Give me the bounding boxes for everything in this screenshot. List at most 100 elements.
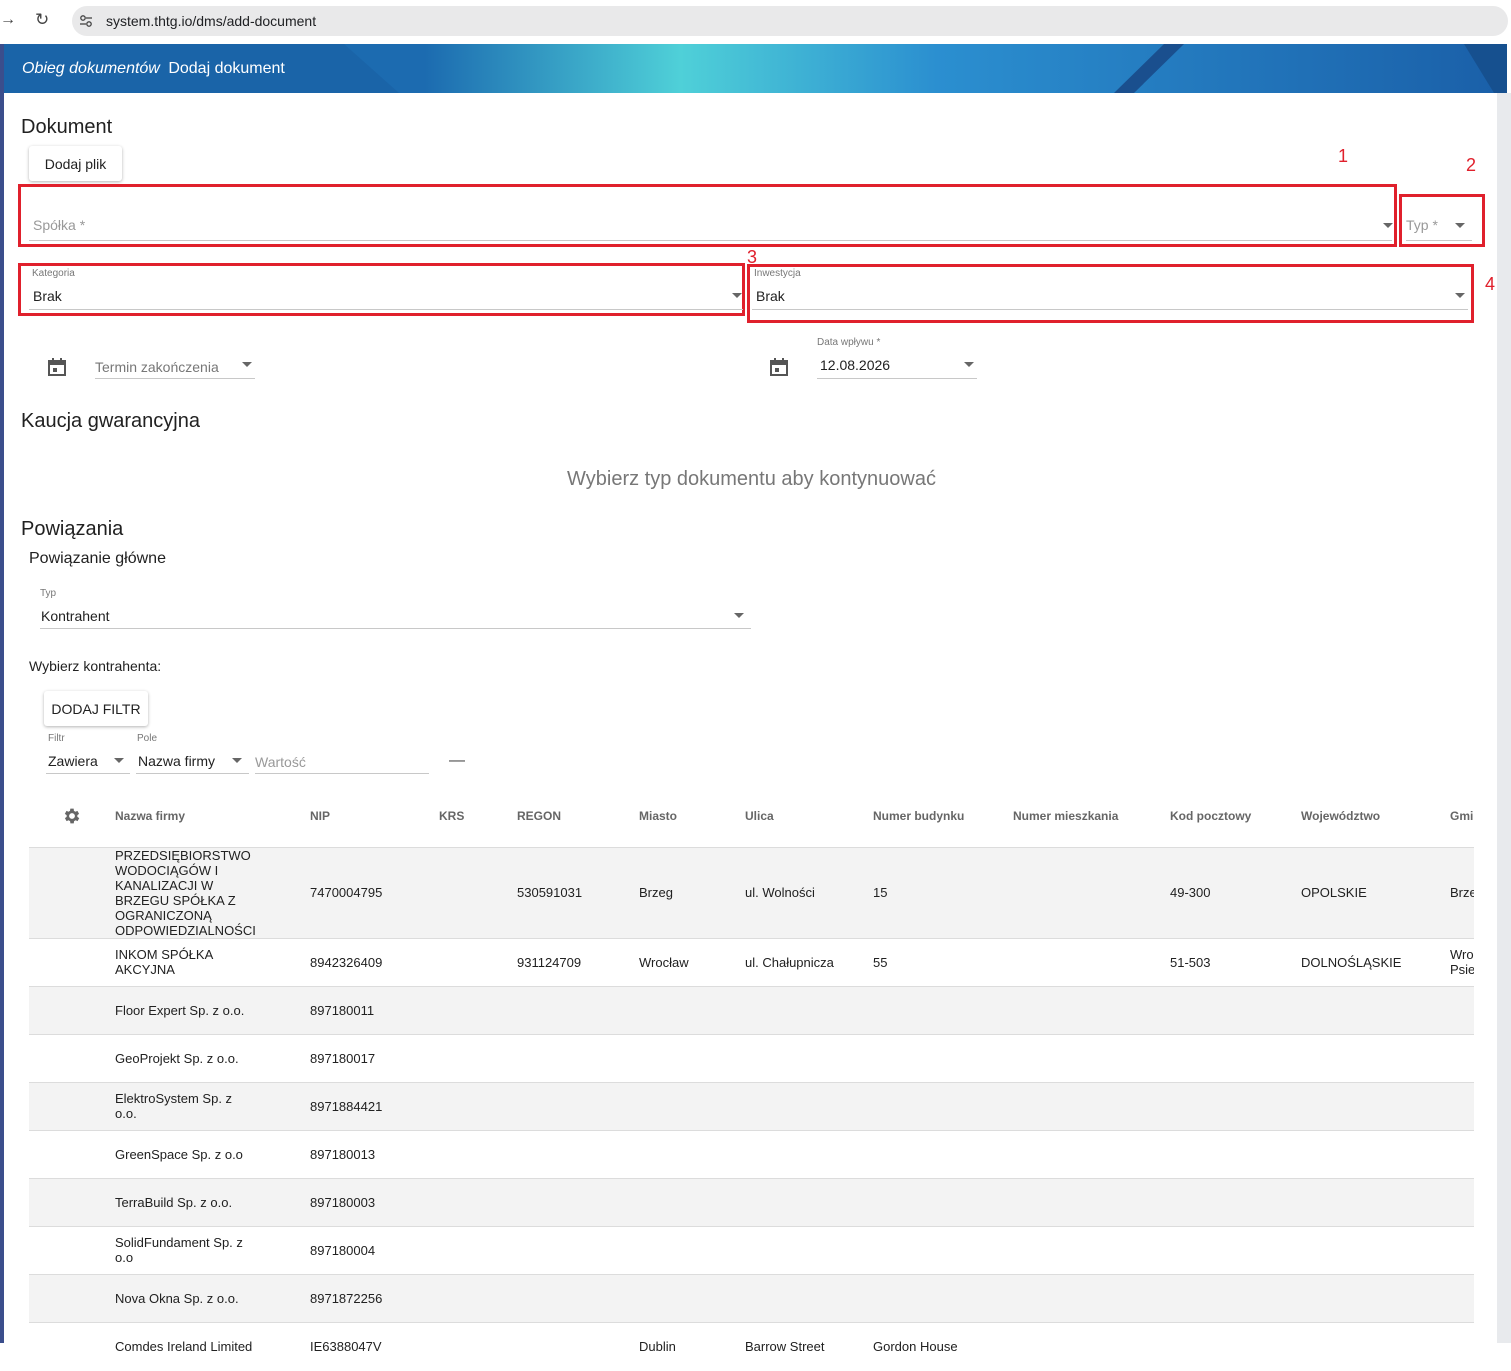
filter-value-input[interactable]: Wartość [255, 754, 306, 770]
table-cell-kod: 51-503 [1170, 955, 1211, 970]
calendar-icon[interactable] [770, 358, 788, 376]
gear-icon[interactable] [62, 806, 82, 826]
table-cell-nazwa: Floor Expert Sp. z o.o. [115, 1003, 245, 1018]
column-header[interactable]: Województwo [1301, 809, 1441, 823]
empty-state-message: Wybierz typ dokumentu aby kontynuować [567, 468, 936, 490]
chevron-down-icon[interactable] [242, 362, 252, 367]
table-cell-miasto: Wrocław [639, 955, 689, 970]
filter-operator-label: Filtr [48, 733, 65, 744]
chevron-down-icon[interactable] [1455, 293, 1465, 298]
annotation-number: 1 [1338, 146, 1349, 166]
table-cell-budynek: 55 [873, 955, 888, 970]
column-header[interactable]: Miasto [639, 809, 739, 823]
column-header[interactable]: Gmi [1450, 809, 1474, 823]
column-header[interactable]: Numer mieszkania [1013, 809, 1163, 823]
table-cell-regon: 931124709 [517, 955, 582, 970]
filter-operator-value[interactable]: Zawiera [48, 753, 98, 769]
investment-label: Inwestycja [754, 268, 801, 279]
table-cell-gmina: Wro Psie [1450, 947, 1474, 977]
add-filter-button[interactable]: DODAJ FILTR [44, 691, 148, 726]
chevron-down-icon[interactable] [964, 362, 974, 367]
column-header[interactable]: Ulica [745, 809, 840, 823]
section-title-powiazania: Powiązania [21, 518, 124, 540]
column-header[interactable]: Kod pocztowy [1170, 809, 1290, 823]
column-header[interactable]: Nazwa firmy [115, 809, 255, 823]
relation-type-value[interactable]: Kontrahent [41, 608, 110, 624]
table-cell-nazwa: SolidFundament Sp. z o.o [115, 1235, 243, 1265]
page-title: Dodaj dokument [168, 60, 285, 77]
reload-icon[interactable]: ↻ [35, 10, 49, 30]
table-cell-nip: 897180011 [310, 1003, 375, 1018]
company-select[interactable] [29, 240, 1392, 241]
table-cell-kod: 49-300 [1170, 885, 1211, 900]
filter-field-select[interactable] [136, 773, 249, 774]
receipt-date-value[interactable]: 12.08.2026 [820, 357, 890, 373]
relation-type-label: Typ [40, 588, 57, 599]
filter-field-label: Pole [137, 733, 158, 744]
url-text[interactable]: system.thtg.io/dms/add-document [106, 13, 316, 29]
filter-value-underline[interactable] [255, 773, 429, 774]
table-cell-nip: 897180003 [310, 1195, 376, 1210]
table-cell-gmina: Brze [1450, 885, 1474, 900]
forward-icon[interactable]: → [0, 11, 16, 29]
scrollbar-track[interactable] [1497, 93, 1511, 1343]
company-select-placeholder[interactable]: Spółka * [33, 217, 85, 233]
table-cell-nip: 8971872256 [310, 1291, 383, 1306]
column-header[interactable]: Numer budynku [873, 809, 1003, 823]
table-cell-wojewodztwo: OPOLSKIE [1301, 885, 1367, 900]
relation-type-select[interactable] [40, 628, 751, 629]
receipt-date-field[interactable] [817, 378, 977, 379]
end-date-placeholder[interactable]: Termin zakończenia [95, 359, 219, 375]
end-date-field[interactable] [95, 378, 255, 379]
annotation-box [747, 264, 1474, 323]
table-cell-miasto: Brzeg [639, 885, 673, 900]
table-cell-nip: 897180004 [310, 1243, 376, 1258]
category-select-value[interactable]: Brak [33, 288, 62, 304]
table-cell-nip: 7470004795 [310, 885, 383, 900]
chevron-down-icon[interactable] [232, 758, 242, 763]
column-header[interactable]: REGON [517, 809, 627, 823]
calendar-icon[interactable] [48, 358, 66, 376]
section-title-kaucja: Kaucja gwarancyjna [21, 410, 200, 432]
filter-field-value[interactable]: Nazwa firmy [138, 753, 215, 769]
add-file-button[interactable]: Dodaj plik [29, 146, 122, 181]
table-cell-nip: 8971884421 [310, 1099, 383, 1114]
table-cell-wojewodztwo: DOLNOŚLĄSKIE [1301, 955, 1402, 970]
column-header[interactable]: NIP [310, 809, 430, 823]
table-cell-miasto: Dublin [639, 1339, 676, 1354]
filter-operator-select[interactable] [46, 773, 130, 774]
chevron-down-icon[interactable] [114, 758, 124, 763]
type-select[interactable] [1406, 240, 1472, 241]
site-settings-icon[interactable] [79, 14, 93, 28]
type-select-placeholder[interactable]: Typ * [1406, 217, 1438, 233]
table-cell-ulica: Barrow Street [745, 1339, 825, 1354]
main-relation-title: Powiązanie główne [29, 550, 166, 567]
table-cell-nazwa: GeoProjekt Sp. z o.o. [115, 1051, 239, 1066]
category-label: Kategoria [32, 268, 75, 279]
table-cell-nazwa: Comdes Ireland Limited [115, 1339, 253, 1354]
table-cell-nip: 897180017 [310, 1051, 376, 1066]
breadcrumb-section[interactable]: Obieg dokumentów [22, 60, 160, 77]
table-cell-regon: 530591031 [517, 885, 583, 900]
remove-filter-button[interactable]: — [449, 752, 465, 770]
chevron-down-icon[interactable] [734, 613, 744, 618]
column-header[interactable]: KRS [439, 809, 509, 823]
table-cell-nazwa: ElektroSystem Sp. z o.o. [115, 1091, 233, 1121]
chevron-down-icon[interactable] [732, 293, 742, 298]
chevron-down-icon[interactable] [1455, 223, 1465, 228]
table-cell-nazwa: GreenSpace Sp. z o.o [115, 1147, 243, 1162]
table-cell-nip: 8942326409 [310, 955, 383, 970]
category-select[interactable] [29, 309, 743, 310]
investment-select-value[interactable]: Brak [756, 288, 785, 304]
annotation-box [18, 184, 1397, 247]
table-cell-nazwa: TerraBuild Sp. z o.o. [115, 1195, 233, 1210]
choose-contractor-label: Wybierz kontrahenta: [29, 658, 162, 674]
table-cell-nip: IE6388047V [310, 1339, 382, 1354]
investment-select[interactable] [752, 309, 1468, 310]
table-cell-nip: 897180013 [310, 1147, 376, 1162]
page-edge [0, 44, 4, 1343]
table-cell-nazwa: Nova Okna Sp. z o.o. [115, 1291, 239, 1306]
annotation-number: 4 [1485, 274, 1496, 294]
receipt-date-label: Data wpływu * [817, 337, 881, 348]
chevron-down-icon[interactable] [1383, 223, 1393, 228]
